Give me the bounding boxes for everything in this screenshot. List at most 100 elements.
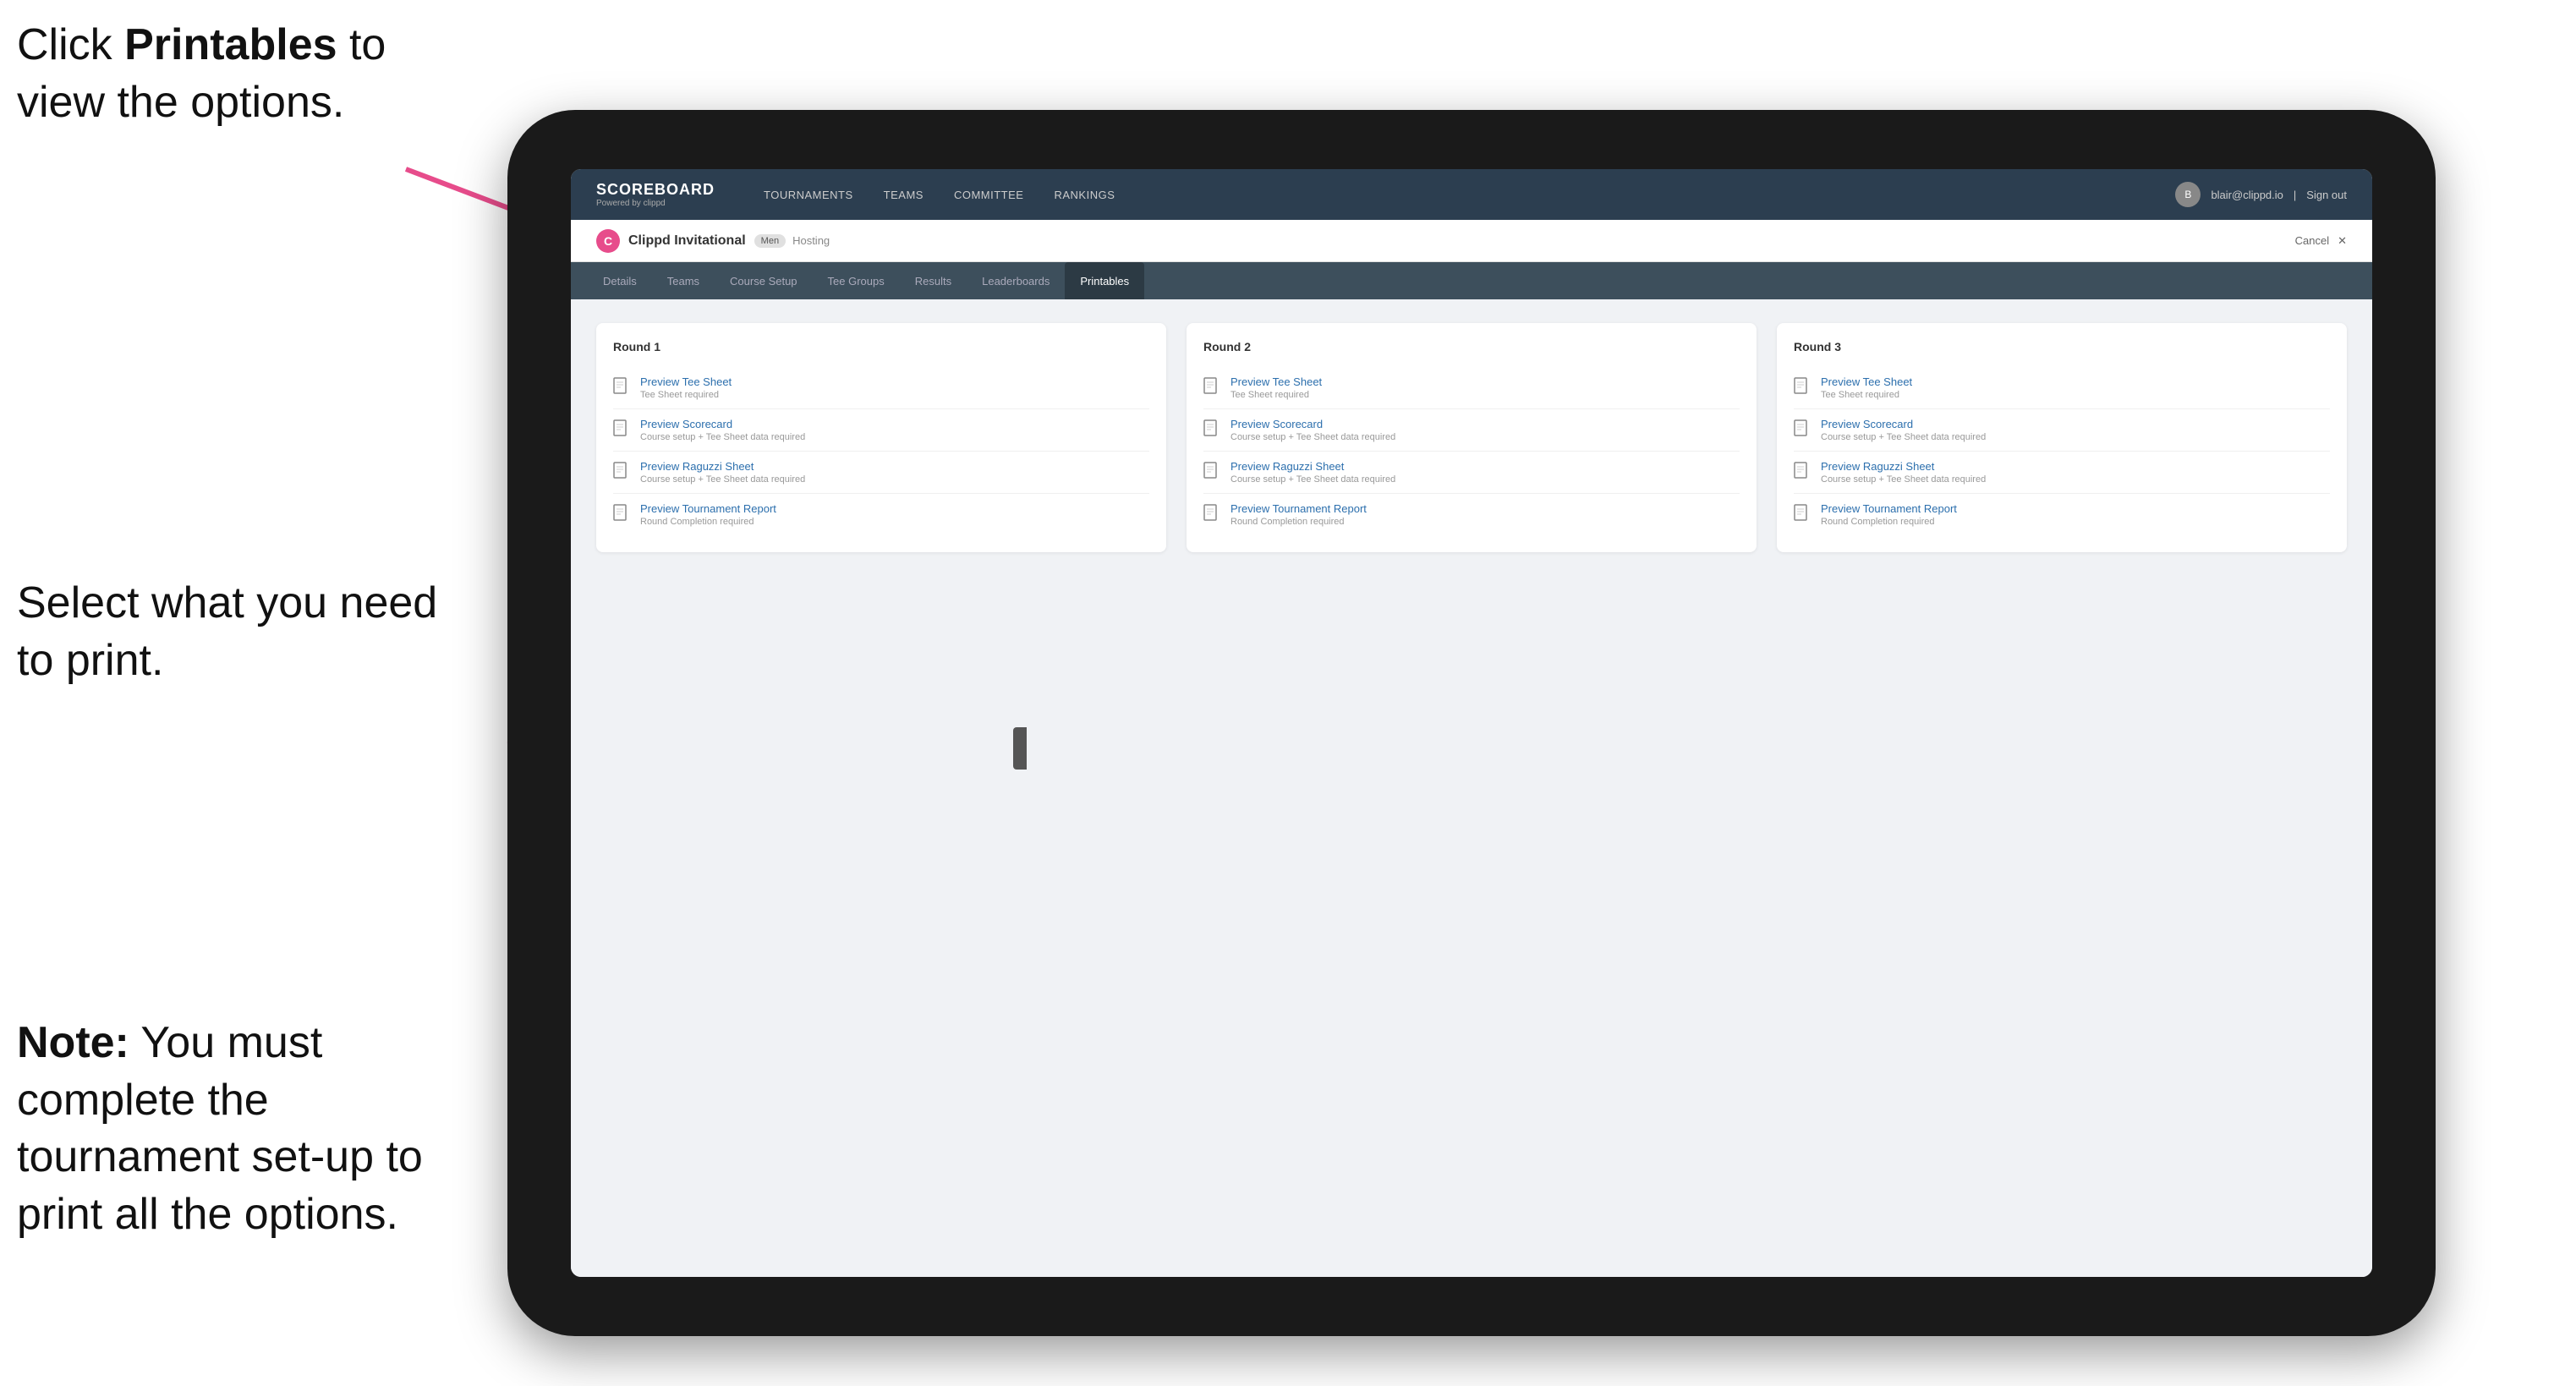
round-1-tee-sheet[interactable]: Preview Tee Sheet Tee Sheet required <box>613 367 1149 409</box>
tablet-screen: SCOREBOARD Powered by clippd TOURNAMENTS… <box>571 169 2372 1277</box>
raguzzi-icon <box>613 462 630 482</box>
round-1-scorecard-content: Preview Scorecard Course setup + Tee She… <box>640 418 805 442</box>
main-content: Round 1 Preview Tee Sheet <box>571 299 2372 1277</box>
tab-printables[interactable]: Printables <box>1065 262 1144 299</box>
round-3-scorecard-subtitle: Course setup + Tee Sheet data required <box>1821 432 1986 442</box>
round-1-raguzzi-content: Preview Raguzzi Sheet Course setup + Tee… <box>640 460 805 485</box>
tab-teams[interactable]: Teams <box>652 262 715 299</box>
cancel-button[interactable]: Cancel ✕ <box>2295 234 2347 248</box>
round-1-raguzzi[interactable]: Preview Raguzzi Sheet Course setup + Tee… <box>613 452 1149 494</box>
round-3-raguzzi-icon <box>1794 462 1811 482</box>
round-3-scorecard-icon <box>1794 419 1811 440</box>
round-2-scorecard-content: Preview Scorecard Course setup + Tee She… <box>1230 418 1395 442</box>
round-3-tournament-report-subtitle: Round Completion required <box>1821 517 1957 527</box>
sign-out-link[interactable]: Sign out <box>2306 189 2347 201</box>
tournament-status: Hosting <box>792 234 830 247</box>
user-avatar: B <box>2175 182 2201 207</box>
round-2-tee-sheet-content: Preview Tee Sheet Tee Sheet required <box>1230 375 1322 400</box>
round-2-tee-sheet-subtitle: Tee Sheet required <box>1230 390 1322 400</box>
scorecard-icon <box>613 419 630 440</box>
round-2-raguzzi-content: Preview Raguzzi Sheet Course setup + Tee… <box>1230 460 1395 485</box>
nav-tournaments[interactable]: TOURNAMENTS <box>748 169 869 220</box>
tournament-name: Clippd Invitational <box>628 233 746 249</box>
round-3-tee-sheet-subtitle: Tee Sheet required <box>1821 390 1912 400</box>
round-3-tournament-report-title: Preview Tournament Report <box>1821 502 1957 515</box>
round-2-tournament-report-content: Preview Tournament Report Round Completi… <box>1230 502 1367 527</box>
round-1-scorecard-subtitle: Course setup + Tee Sheet data required <box>640 432 805 442</box>
round-2-tee-sheet-icon <box>1203 377 1220 397</box>
round-1-tee-sheet-subtitle: Tee Sheet required <box>640 390 732 400</box>
tab-details[interactable]: Details <box>588 262 652 299</box>
nav-teams[interactable]: TEAMS <box>869 169 939 220</box>
scoreboard-title: SCOREBOARD <box>596 181 715 199</box>
round-1-scorecard-title: Preview Scorecard <box>640 418 805 430</box>
annotation-top: Click Printables to view the options. <box>17 17 423 131</box>
round-3-scorecard-title: Preview Scorecard <box>1821 418 1986 430</box>
tab-results[interactable]: Results <box>900 262 967 299</box>
tab-bar: Details Teams Course Setup Tee Groups Re… <box>571 262 2372 299</box>
top-nav-right: B blair@clippd.io | Sign out <box>2175 182 2347 207</box>
annotation-bottom-text: Note: You must complete the tournament s… <box>17 1018 423 1239</box>
round-2-scorecard-subtitle: Course setup + Tee Sheet data required <box>1230 432 1395 442</box>
round-3-tee-sheet[interactable]: Preview Tee Sheet Tee Sheet required <box>1794 367 2330 409</box>
round-1-tournament-report-title: Preview Tournament Report <box>640 502 776 515</box>
round-1-tournament-report-content: Preview Tournament Report Round Completi… <box>640 502 776 527</box>
round-3-tee-sheet-content: Preview Tee Sheet Tee Sheet required <box>1821 375 1912 400</box>
scoreboard-brand: SCOREBOARD Powered by clippd <box>596 181 715 208</box>
round-3-raguzzi[interactable]: Preview Raguzzi Sheet Course setup + Tee… <box>1794 452 2330 494</box>
round-1-tournament-report[interactable]: Preview Tournament Report Round Completi… <box>613 494 1149 535</box>
tab-leaderboards[interactable]: Leaderboards <box>967 262 1065 299</box>
round-2-scorecard[interactable]: Preview Scorecard Course setup + Tee She… <box>1203 409 1740 452</box>
nav-separator: | <box>2294 189 2296 201</box>
round-2-raguzzi-subtitle: Course setup + Tee Sheet data required <box>1230 474 1395 485</box>
sub-header: C Clippd Invitational Men Hosting Cancel… <box>571 220 2372 262</box>
round-3-tee-sheet-icon <box>1794 377 1811 397</box>
round-1-section: Round 1 Preview Tee Sheet <box>596 323 1166 552</box>
scoreboard-sub: Powered by clippd <box>596 199 715 208</box>
annotation-bottom: Note: You must complete the tournament s… <box>17 1015 457 1243</box>
round-3-raguzzi-subtitle: Course setup + Tee Sheet data required <box>1821 474 1986 485</box>
nav-committee[interactable]: COMMITTEE <box>939 169 1039 220</box>
round-3-section: Round 3 Preview Tee Sheet <box>1777 323 2347 552</box>
round-3-raguzzi-title: Preview Raguzzi Sheet <box>1821 460 1986 473</box>
round-2-raguzzi-icon <box>1203 462 1220 482</box>
round-2-scorecard-title: Preview Scorecard <box>1230 418 1395 430</box>
tab-tee-groups[interactable]: Tee Groups <box>813 262 900 299</box>
round-1-tee-sheet-title: Preview Tee Sheet <box>640 375 732 388</box>
round-2-tournament-report[interactable]: Preview Tournament Report Round Completi… <box>1203 494 1740 535</box>
user-email: blair@clippd.io <box>2211 189 2283 201</box>
round-1-tee-sheet-content: Preview Tee Sheet Tee Sheet required <box>640 375 732 400</box>
round-1-title: Round 1 <box>613 340 1149 353</box>
round-1-raguzzi-subtitle: Course setup + Tee Sheet data required <box>640 474 805 485</box>
round-1-raguzzi-title: Preview Raguzzi Sheet <box>640 460 805 473</box>
round-2-section: Round 2 Preview Tee Sheet <box>1187 323 1757 552</box>
rounds-container: Round 1 Preview Tee Sheet <box>596 323 2347 552</box>
round-3-tee-sheet-title: Preview Tee Sheet <box>1821 375 1912 388</box>
annotation-top-text: Click Printables to view the options. <box>17 20 386 127</box>
round-2-scorecard-icon <box>1203 419 1220 440</box>
round-2-tee-sheet[interactable]: Preview Tee Sheet Tee Sheet required <box>1203 367 1740 409</box>
tee-sheet-icon <box>613 377 630 397</box>
round-3-scorecard-content: Preview Scorecard Course setup + Tee She… <box>1821 418 1986 442</box>
tab-course-setup[interactable]: Course Setup <box>715 262 813 299</box>
nav-rankings[interactable]: RANKINGS <box>1039 169 1130 220</box>
round-3-title: Round 3 <box>1794 340 2330 353</box>
round-2-raguzzi-title: Preview Raguzzi Sheet <box>1230 460 1395 473</box>
round-2-raguzzi[interactable]: Preview Raguzzi Sheet Course setup + Tee… <box>1203 452 1740 494</box>
annotation-middle-text: Select what you need to print. <box>17 578 437 685</box>
round-3-tournament-report-content: Preview Tournament Report Round Completi… <box>1821 502 1957 527</box>
round-3-scorecard[interactable]: Preview Scorecard Course setup + Tee She… <box>1794 409 2330 452</box>
round-1-scorecard[interactable]: Preview Scorecard Course setup + Tee She… <box>613 409 1149 452</box>
annotation-middle: Select what you need to print. <box>17 575 440 689</box>
tournament-logo: C <box>596 229 620 253</box>
round-3-tournament-report[interactable]: Preview Tournament Report Round Completi… <box>1794 494 2330 535</box>
round-3-tournament-report-icon <box>1794 504 1811 524</box>
top-nav: SCOREBOARD Powered by clippd TOURNAMENTS… <box>571 169 2372 220</box>
round-2-tournament-report-subtitle: Round Completion required <box>1230 517 1367 527</box>
round-2-tournament-report-title: Preview Tournament Report <box>1230 502 1367 515</box>
round-2-tournament-report-icon <box>1203 504 1220 524</box>
round-1-tournament-report-subtitle: Round Completion required <box>640 517 776 527</box>
round-2-title: Round 2 <box>1203 340 1740 353</box>
top-nav-links: TOURNAMENTS TEAMS COMMITTEE RANKINGS <box>748 169 2175 220</box>
tournament-badge: Men <box>754 234 786 248</box>
